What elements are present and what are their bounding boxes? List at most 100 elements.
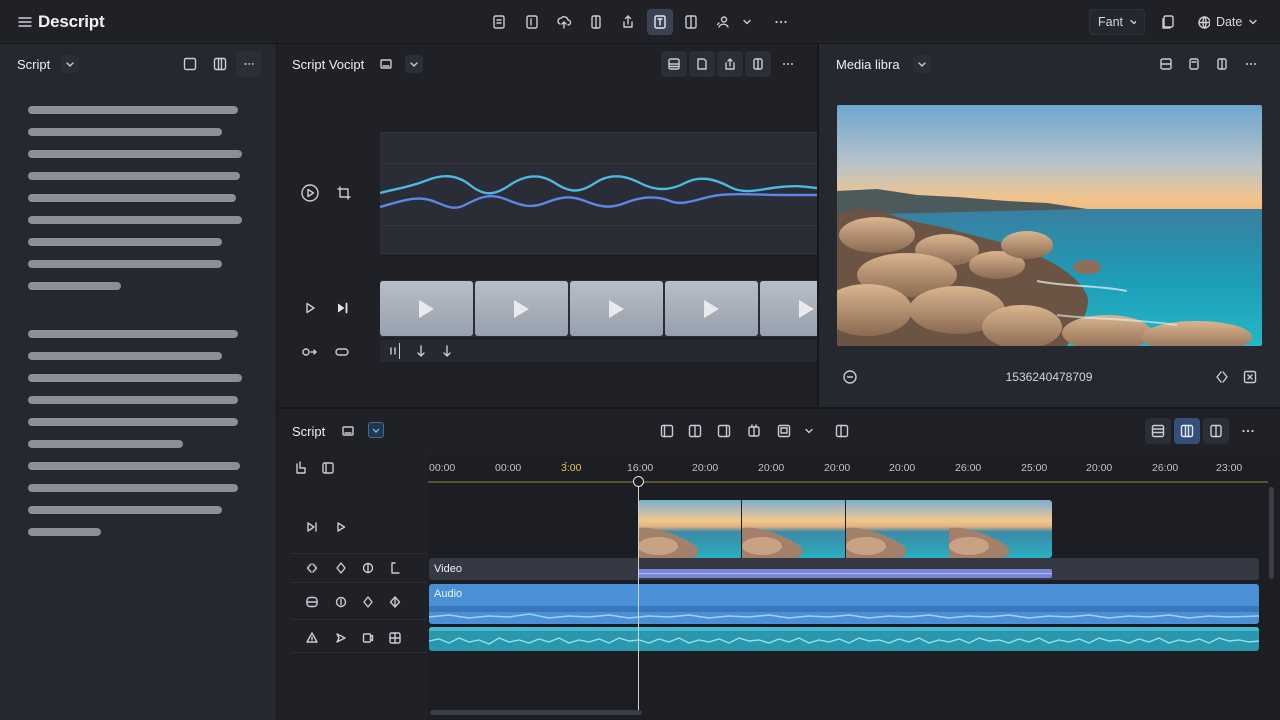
menu-icon[interactable]: [12, 9, 38, 35]
align-left-icon[interactable]: [654, 418, 680, 444]
transcript-line[interactable]: [28, 396, 238, 404]
skip-forward-icon[interactable]: [329, 295, 355, 321]
playhead[interactable]: [638, 477, 639, 712]
timeline-ruler[interactable]: [428, 481, 1268, 483]
transcript-line[interactable]: [28, 172, 240, 180]
font-dropdown[interactable]: Fant: [1089, 9, 1145, 35]
timeline-dropdown[interactable]: [368, 422, 384, 438]
voice-panel-dropdown[interactable]: [405, 55, 423, 73]
frame-icon[interactable]: [315, 455, 341, 481]
single-view-icon[interactable]: [177, 51, 203, 77]
copy-icon[interactable]: [1155, 9, 1181, 35]
history-icon[interactable]: [837, 364, 863, 390]
skip-forward-icon[interactable]: [299, 514, 325, 540]
capsule-icon[interactable]: [329, 339, 355, 365]
chevron-down-icon[interactable]: [734, 9, 760, 35]
video-thumbnail[interactable]: [380, 281, 473, 336]
transcript-line[interactable]: [28, 374, 242, 382]
vertical-scrollbar[interactable]: [1269, 487, 1274, 579]
keyframe-icon[interactable]: [355, 589, 381, 615]
stack-icon[interactable]: [741, 418, 767, 444]
text-mode-icon[interactable]: [647, 9, 673, 35]
record-icon[interactable]: [328, 589, 354, 615]
more-icon[interactable]: [236, 51, 262, 77]
transcript-line[interactable]: [28, 260, 222, 268]
list-view-icon[interactable]: [1145, 418, 1171, 444]
transcript-line[interactable]: [28, 238, 222, 246]
split-icon[interactable]: [299, 555, 325, 581]
grid-icon[interactable]: [382, 625, 408, 651]
transcript-line[interactable]: [28, 330, 238, 338]
transcript-line[interactable]: [28, 150, 242, 158]
align-right-icon[interactable]: [711, 418, 737, 444]
crop-icon[interactable]: [331, 180, 357, 206]
transcript-line[interactable]: [28, 462, 240, 470]
video-thumbnail[interactable]: [570, 281, 663, 336]
panel-toggle-icon[interactable]: [745, 51, 771, 77]
video-thumbnail[interactable]: [760, 281, 817, 336]
more-icon[interactable]: [1238, 51, 1264, 77]
copy-icon[interactable]: [1181, 51, 1207, 77]
play-circle-icon[interactable]: [297, 180, 323, 206]
export-icon[interactable]: [717, 51, 743, 77]
video-clip-audio[interactable]: [638, 569, 1052, 578]
transcript-line[interactable]: [28, 128, 222, 136]
play-icon[interactable]: [328, 514, 354, 540]
panel-toggle-icon[interactable]: [1209, 51, 1235, 77]
mixer-icon[interactable]: [299, 589, 325, 615]
media-panel-dropdown[interactable]: [913, 55, 931, 73]
columns-view-icon[interactable]: [1174, 418, 1200, 444]
transcript-line[interactable]: [28, 352, 222, 360]
play-icon[interactable]: [297, 295, 323, 321]
frame-icon[interactable]: [771, 418, 797, 444]
loop-icon[interactable]: [297, 339, 323, 365]
clip-icon[interactable]: [583, 9, 609, 35]
playhead-handle[interactable]: [633, 476, 644, 487]
view-layout-icon[interactable]: [661, 51, 687, 77]
warning-icon[interactable]: [299, 625, 325, 651]
clip-split-icon[interactable]: [288, 455, 314, 481]
send-icon[interactable]: [328, 625, 354, 651]
transcript-line[interactable]: [28, 528, 101, 536]
script-panel-dropdown[interactable]: [61, 55, 79, 73]
panel-toggle-icon[interactable]: [829, 418, 855, 444]
video-track[interactable]: Video: [429, 558, 1259, 580]
split-icon[interactable]: [1209, 364, 1235, 390]
voice-waveform[interactable]: [380, 132, 817, 254]
date-dropdown[interactable]: Date: [1189, 9, 1265, 35]
music-track[interactable]: [429, 627, 1259, 651]
close-box-icon[interactable]: [1237, 364, 1263, 390]
panel-toggle-icon[interactable]: [1203, 418, 1229, 444]
chevron-down-icon[interactable]: [796, 418, 822, 444]
transcript-line[interactable]: [28, 216, 242, 224]
more-icon[interactable]: [775, 51, 801, 77]
split-view-icon[interactable]: [207, 51, 233, 77]
speaker-icon[interactable]: [355, 625, 381, 651]
upload-cloud-icon[interactable]: [551, 9, 577, 35]
video-thumbnail[interactable]: [665, 281, 758, 336]
audio-track[interactable]: Audio: [429, 584, 1259, 624]
transcript-line[interactable]: [28, 282, 121, 290]
align-center-icon[interactable]: [682, 418, 708, 444]
share-icon[interactable]: [615, 9, 641, 35]
transcript-line[interactable]: [28, 106, 238, 114]
view-layout-icon[interactable]: [1153, 51, 1179, 77]
transcript-line[interactable]: [28, 484, 238, 492]
transcript-line[interactable]: [28, 506, 222, 514]
pause-icon[interactable]: [380, 338, 406, 364]
fade-icon[interactable]: [382, 589, 408, 615]
arrow-down-icon[interactable]: [408, 338, 434, 364]
more-icon[interactable]: [1235, 418, 1261, 444]
collaborators-icon[interactable]: [710, 9, 736, 35]
keyframe-icon[interactable]: [328, 555, 354, 581]
arrow-down-icon[interactable]: [434, 338, 460, 364]
caption-icon[interactable]: [335, 418, 361, 444]
transcript-line[interactable]: [28, 418, 238, 426]
bookmark-icon[interactable]: [382, 555, 408, 581]
page-icon[interactable]: [689, 51, 715, 77]
transcript-line[interactable]: [28, 440, 183, 448]
layout-icon[interactable]: [678, 9, 704, 35]
video-clip[interactable]: [638, 500, 1052, 558]
page-icon[interactable]: [519, 9, 545, 35]
horizontal-scrollbar[interactable]: [430, 710, 642, 715]
